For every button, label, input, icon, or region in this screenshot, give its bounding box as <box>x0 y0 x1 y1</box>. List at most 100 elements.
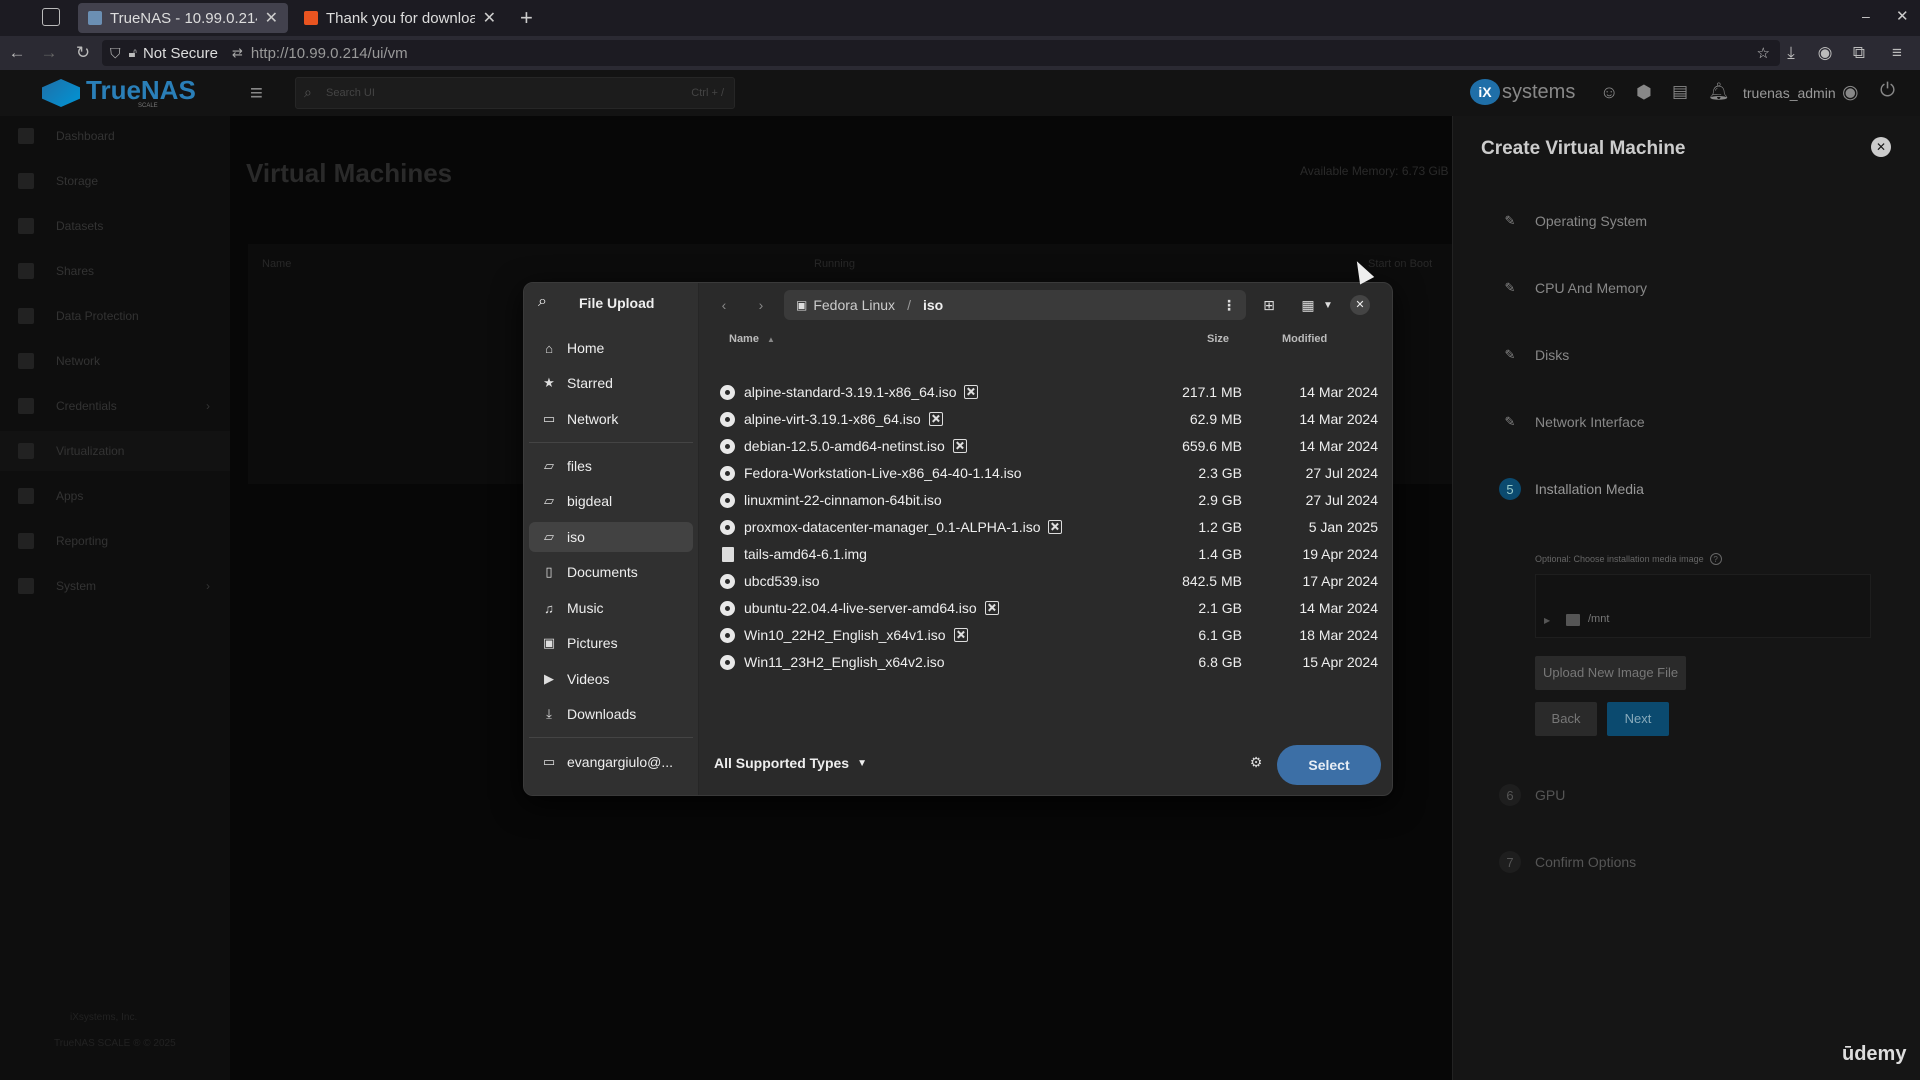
sidebar-item-storage[interactable]: Storage <box>0 161 230 201</box>
place-music[interactable]: ♫ Music <box>529 593 693 623</box>
close-icon[interactable]: ✕ <box>265 8 278 28</box>
file-row[interactable]: debian-12.5.0-amd64-netinst.iso 659.6 MB 1… <box>714 433 1382 460</box>
truecommand-icon[interactable]: ⬢ <box>1636 82 1652 103</box>
step-operating-system[interactable]: ✎ Operating System <box>1499 210 1648 232</box>
back-arrow-icon[interactable]: ‹ <box>710 291 738 319</box>
column-header-name[interactable]: Name ▲ <box>729 333 775 345</box>
extensions-icon[interactable]: ⧉ <box>1848 42 1870 64</box>
power-icon[interactable]: ⏻ <box>1880 80 1895 102</box>
new-folder-icon[interactable]: ⊞ <box>1255 291 1283 319</box>
sidebar-item-data-protection[interactable]: Data Protection <box>0 296 230 336</box>
step-installation-media[interactable]: 5 Installation Media <box>1499 478 1644 500</box>
file-row[interactable]: alpine-virt-3.19.1-x86_64.iso 62.9 MB 14 M… <box>714 406 1382 433</box>
place-network[interactable]: ▭ Network <box>529 404 693 434</box>
place-downloads[interactable]: ⤓ Downloads <box>529 699 693 729</box>
file-row[interactable]: alpine-standard-3.19.1-x86_64.iso 217.1 M… <box>714 379 1382 406</box>
close-icon[interactable]: ✕ <box>483 8 496 28</box>
search-input[interactable]: Search UI <box>326 87 375 99</box>
file-modified: 27 Jul 2024 <box>1305 465 1378 481</box>
downloads-icon[interactable]: ⤓ <box>1780 42 1802 64</box>
sidebar-item-credentials[interactable]: Credentials › <box>0 386 230 426</box>
close-panel-icon[interactable]: ✕ <box>1871 137 1891 157</box>
url-bar[interactable]: ⛉ 🔓︎ Not Secure ⇄ http://10.99.0.214/ui/… <box>102 40 1780 66</box>
notifications-bell-icon[interactable]: 🔔︎ <box>1708 82 1730 102</box>
place-pictures[interactable]: ▣ Pictures <box>529 628 693 658</box>
forward-arrow-icon[interactable]: → <box>38 42 60 64</box>
sidebar-item-network[interactable]: Network <box>0 341 230 381</box>
tab-list-icon[interactable] <box>42 8 60 26</box>
step-cpu-memory[interactable]: ✎ CPU And Memory <box>1499 277 1648 299</box>
account-icon[interactable]: ◉ <box>1814 42 1836 64</box>
place-remote-computer[interactable]: ▭ evangargiulo@... <box>529 747 693 777</box>
search-box[interactable]: ⌕ Search UI Ctrl + / <box>295 77 735 109</box>
user-account-icon[interactable]: ◉ <box>1842 81 1859 104</box>
step-confirm-options[interactable]: 7 Confirm Options <box>1499 851 1636 873</box>
file-row[interactable]: ubcd539.iso 842.5 MB 17 Apr 2024 <box>714 568 1382 595</box>
media-tree[interactable]: ▶ /mnt <box>1535 574 1871 638</box>
file-row[interactable]: tails-amd64-6.1.img 1.4 GB 19 Apr 2024 <box>714 541 1382 568</box>
file-modified: 5 Jan 2025 <box>1308 519 1378 535</box>
close-dialog-icon[interactable]: ✕ <box>1350 295 1370 315</box>
sidebar-item-shares[interactable]: Shares <box>0 251 230 291</box>
hamburger-menu-icon[interactable]: ≡ <box>250 80 263 106</box>
upload-image-button[interactable]: Upload New Image File <box>1535 656 1687 690</box>
new-tab-icon[interactable]: + <box>520 5 533 31</box>
file-row[interactable]: Win11_23H2_English_x64v2.iso 6.8 GB 15 Apr… <box>714 649 1382 676</box>
page-title: Virtual Machines <box>246 158 453 188</box>
sidebar-item-virtualization[interactable]: Virtualization <box>0 431 230 471</box>
place-files[interactable]: ▱ files <box>529 451 693 481</box>
path-current[interactable]: iso <box>923 297 943 313</box>
tree-root[interactable]: /mnt <box>1588 613 1609 625</box>
forward-arrow-icon[interactable]: › <box>747 291 775 319</box>
truenas-logo[interactable]: TrueNAS SCALE <box>42 77 196 109</box>
more-options-icon[interactable]: ⋮ <box>1222 297 1236 314</box>
column-header-modified[interactable]: Modified <box>1282 333 1327 345</box>
back-arrow-icon[interactable]: ← <box>6 42 28 64</box>
back-button[interactable]: Back <box>1535 702 1597 736</box>
user-name[interactable]: truenas_admin <box>1743 85 1836 101</box>
tab-download[interactable]: Thank you for downloadi ✕ <box>294 3 506 33</box>
reload-icon[interactable]: ↻ <box>72 42 94 64</box>
file-row[interactable]: Fedora-Workstation-Live-x86_64-40-1.14.i… <box>714 460 1382 487</box>
file-type-filter[interactable]: All Supported Types ▼ <box>714 755 867 771</box>
place-home[interactable]: ⌂ Home <box>529 333 693 363</box>
place-bigdeal[interactable]: ▱ bigdeal <box>529 486 693 516</box>
expand-arrow-icon[interactable]: ▶ <box>1544 616 1550 625</box>
view-options-dropdown-icon[interactable]: ▼ <box>1314 291 1342 319</box>
sidebar-item-system[interactable]: System › <box>0 566 230 606</box>
help-icon[interactable]: ? <box>1709 553 1722 565</box>
place-label: Home <box>567 340 605 356</box>
jobs-clipboard-icon[interactable]: ▤ <box>1672 82 1688 102</box>
search-icon[interactable]: ⌕ <box>538 293 547 311</box>
sidebar-item-apps[interactable]: Apps <box>0 476 230 516</box>
file-row[interactable]: proxmox-datacenter-manager_0.1-ALPHA-1.i… <box>714 514 1382 541</box>
place-documents[interactable]: ▯ Documents <box>529 557 693 587</box>
next-button[interactable]: Next <box>1607 702 1669 736</box>
minimize-icon[interactable]: – <box>1862 8 1870 24</box>
share-settings-icon[interactable]: ⚙ <box>1242 748 1270 776</box>
menu-icon[interactable]: ≡ <box>1886 42 1908 64</box>
sidebar-item-dashboard[interactable]: Dashboard <box>0 116 230 156</box>
bookmark-star-icon[interactable]: ☆ <box>1757 44 1770 62</box>
step-network-interface[interactable]: ✎ Network Interface <box>1499 411 1645 433</box>
site-permissions-icon[interactable]: ⇄ <box>232 45 243 61</box>
file-size: 2.9 GB <box>1198 492 1242 508</box>
select-button[interactable]: Select <box>1277 745 1381 785</box>
sidebar-item-datasets[interactable]: Datasets <box>0 206 230 246</box>
network-icon: ▭ <box>542 411 556 426</box>
place-videos[interactable]: ▶ Videos <box>529 664 693 694</box>
place-starred[interactable]: ★ Starred <box>529 368 693 398</box>
step-gpu[interactable]: 6 GPU <box>1499 784 1565 806</box>
url-text[interactable]: http://10.99.0.214/ui/vm <box>251 45 408 62</box>
tab-truenas[interactable]: TrueNAS - 10.99.0.214 ✕ <box>78 3 288 33</box>
file-row[interactable]: linuxmint-22-cinnamon-64bit.iso 2.9 GB 27 … <box>714 487 1382 514</box>
step-disks[interactable]: ✎ Disks <box>1499 344 1570 366</box>
column-header-size[interactable]: Size <box>1207 333 1229 345</box>
close-window-icon[interactable]: ✕ <box>1896 7 1909 25</box>
place-iso[interactable]: ▱ iso <box>529 522 693 552</box>
file-row[interactable]: Win10_22H2_English_x64v1.iso 6.1 GB 18 Mar… <box>714 622 1382 649</box>
path-root[interactable]: Fedora Linux <box>813 297 895 313</box>
sidebar-item-reporting[interactable]: Reporting <box>0 521 230 561</box>
feedback-icon[interactable]: ☺ <box>1600 82 1618 103</box>
file-row[interactable]: ubuntu-22.04.4-live-server-amd64.iso 2.1 … <box>714 595 1382 622</box>
